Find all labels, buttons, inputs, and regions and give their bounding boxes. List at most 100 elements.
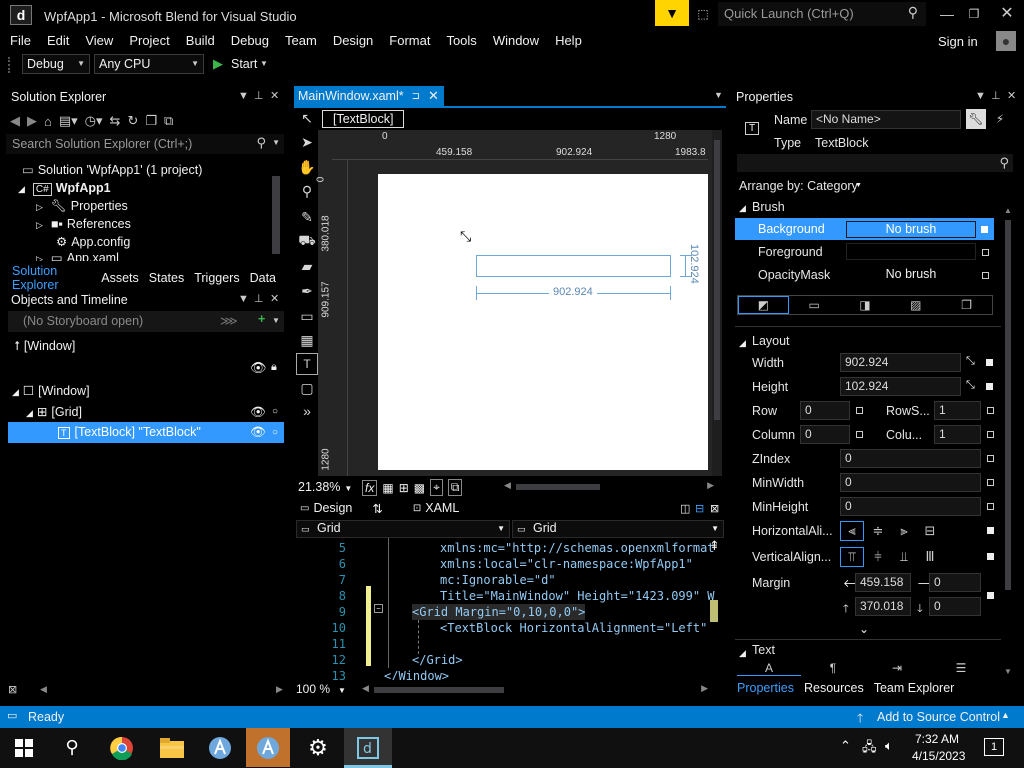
scroll-right-icon[interactable]: ▶ (276, 684, 283, 695)
transparency-icon[interactable]: ▩ (414, 481, 425, 495)
margin-right-input[interactable]: 0 (929, 573, 981, 592)
font-tab-icon[interactable]: A (737, 661, 801, 676)
horizontal-split-icon[interactable]: ⊟ (695, 502, 704, 515)
code-line[interactable]: mc:Ignorable="d" (440, 572, 556, 588)
snap-lines-icon[interactable]: ⌖ (430, 479, 443, 496)
close-icon[interactable]: ✕ (270, 89, 279, 102)
property-marker-icon[interactable] (981, 226, 988, 233)
section-collapse-icon[interactable]: ◢ (739, 203, 746, 214)
close-icon[interactable]: ✕ (428, 88, 439, 104)
add-to-source-control-button[interactable]: Add to Source Control (877, 710, 1000, 724)
pin-icon[interactable]: ⊥ (991, 89, 1001, 102)
zoom-select[interactable]: 21.38% ▼ (298, 480, 356, 496)
gradient-tool-icon[interactable]: ▰ (296, 255, 318, 277)
panel-dropdown-icon[interactable]: ▼ (238, 293, 249, 305)
tab-solution-explorer[interactable]: Solution Explorer (12, 264, 91, 292)
lock-toggle-icon[interactable]: ○ (272, 403, 278, 421)
pan-tool-icon[interactable]: ✋ (296, 156, 318, 178)
selection-tool-icon[interactable]: ↖ (296, 107, 318, 129)
tab-resources[interactable]: Resources (804, 681, 864, 695)
code-line[interactable]: xmlns:local="clr-namespace:WpfApp1" (440, 556, 693, 572)
collapse-icon[interactable]: ▷ (36, 254, 43, 261)
opacitymask-brush-value[interactable]: No brush (846, 266, 976, 283)
foreground-brush-value[interactable] (846, 243, 976, 260)
property-marker-icon[interactable] (987, 592, 994, 599)
property-marker-icon[interactable] (987, 553, 994, 560)
code-zoom-select[interactable]: 100 % ▼ (296, 682, 352, 696)
indent-tab-icon[interactable]: ⇥ (865, 661, 929, 675)
align-left-icon[interactable]: ⫷ (840, 521, 864, 541)
code-line[interactable]: <TextBlock HorizontalAlignment="Left" (440, 620, 707, 636)
align-vstretch-icon[interactable]: Ⅲ (918, 547, 942, 567)
property-marker-icon[interactable] (856, 431, 863, 438)
minimize-button[interactable]: — (935, 4, 959, 24)
tree-item-references[interactable]: ▷ ■▪ References (36, 215, 131, 233)
lock-toggle-icon[interactable]: ○ (272, 422, 278, 443)
property-marker-icon[interactable] (987, 479, 994, 486)
design-surface-window[interactable] (378, 174, 708, 470)
properties-search-input[interactable]: ⚲ (737, 154, 1013, 172)
tab-design[interactable]: Design (313, 501, 352, 515)
panel-dropdown-icon[interactable]: ▼ (975, 90, 986, 102)
tab-assets[interactable]: Assets (101, 271, 139, 285)
visibility-eye-icon[interactable]: 👁︎ (250, 422, 266, 443)
gradient-brush-icon[interactable]: ◨ (840, 296, 891, 314)
pin-icon[interactable]: ⊥ (254, 292, 264, 305)
collapse-icon[interactable]: ▷ (36, 220, 43, 230)
installer-icon[interactable] (198, 728, 242, 767)
zindex-input[interactable]: 0 (840, 449, 981, 468)
close-icon[interactable]: ✕ (270, 292, 279, 305)
menu-format[interactable]: Format (381, 30, 438, 52)
eyedropper-tool-icon[interactable]: ✎ (296, 206, 318, 228)
maximize-button[interactable]: ❐ (962, 4, 986, 24)
property-marker-icon[interactable] (856, 407, 863, 414)
menu-debug[interactable]: Debug (223, 30, 277, 52)
artboard-hscroll[interactable]: ◀ ▶ (504, 480, 714, 491)
add-storyboard-icon[interactable]: + (258, 312, 265, 326)
search-options-icon[interactable]: ▼ (272, 138, 280, 147)
property-marker-icon[interactable] (987, 431, 994, 438)
scroll-left-icon[interactable]: ◀ (40, 684, 47, 695)
swap-panes-icon[interactable]: ⇅ (372, 501, 382, 516)
scope-up-window[interactable]: ⭡ [Window] (14, 337, 75, 355)
chrome-icon[interactable] (100, 728, 144, 767)
code-line[interactable]: Title="MainWindow" Height="1423.099" W (440, 588, 715, 604)
menu-design[interactable]: Design (325, 30, 381, 52)
solution-search-input[interactable]: Search Solution Explorer (Ctrl+;) ⚲ ▼ (6, 134, 284, 154)
property-marker-icon[interactable] (987, 455, 994, 462)
property-marker-icon[interactable] (986, 383, 993, 390)
section-collapse-icon[interactable]: ◢ (739, 338, 746, 349)
margin-top-input[interactable]: 370.018 (855, 597, 911, 616)
forward-icon[interactable]: ▶ (27, 113, 37, 129)
auto-size-icon[interactable]: ⤡ (966, 379, 975, 392)
tab-states[interactable]: States (149, 271, 184, 285)
selected-textblock[interactable] (476, 255, 671, 277)
property-marker-icon[interactable] (982, 249, 989, 256)
configuration-select[interactable]: Debug ▼ (22, 54, 90, 74)
add-storyboard-dropdown-icon[interactable]: ▼ (272, 316, 280, 325)
property-marker-icon[interactable] (987, 527, 994, 534)
columnspan-input[interactable]: 1 (934, 425, 981, 444)
clock-date[interactable]: 4/15/2023 (912, 749, 965, 763)
scope-right-select[interactable]: ▭ Grid ▼ (512, 520, 724, 538)
property-marker-icon[interactable] (986, 359, 993, 366)
breadcrumb[interactable]: [TextBlock] (322, 110, 404, 128)
visibility-eye-icon[interactable]: 👁︎ (250, 403, 266, 421)
rowspan-input[interactable]: 1 (934, 401, 981, 420)
tree-item-app-config[interactable]: ⚙ App.config (56, 233, 130, 251)
pen-tool-icon[interactable]: ✒ (296, 280, 318, 302)
show-all-eye-icon[interactable]: 👁︎ (250, 360, 267, 376)
properties-vscroll[interactable]: ▲ ▼ (1003, 206, 1013, 676)
rectangle-tool-icon[interactable]: ▭ (296, 305, 318, 327)
xaml-code-editor[interactable]: − 5 xmlns:mc="http://schemas.openxmlforma… (296, 538, 724, 680)
tree-item-app-xaml[interactable]: ▷ ▭ App.xaml (36, 251, 119, 261)
property-marker-icon[interactable] (987, 407, 994, 414)
align-stretch-icon[interactable]: ⊟ (918, 521, 942, 541)
quick-launch-input[interactable]: Quick Launch (Ctrl+Q) ⚲ (718, 2, 926, 26)
align-middle-icon[interactable]: ⫩ (866, 547, 890, 567)
expand-icon[interactable]: ◢ (18, 184, 25, 194)
code-line[interactable]: xmlns:mc="http://schemas.openxmlformat (440, 540, 715, 556)
code-line[interactable]: </Grid> (412, 652, 463, 668)
background-brush-value[interactable]: No brush (846, 221, 976, 238)
assets-tool-icon[interactable]: » (296, 400, 318, 422)
